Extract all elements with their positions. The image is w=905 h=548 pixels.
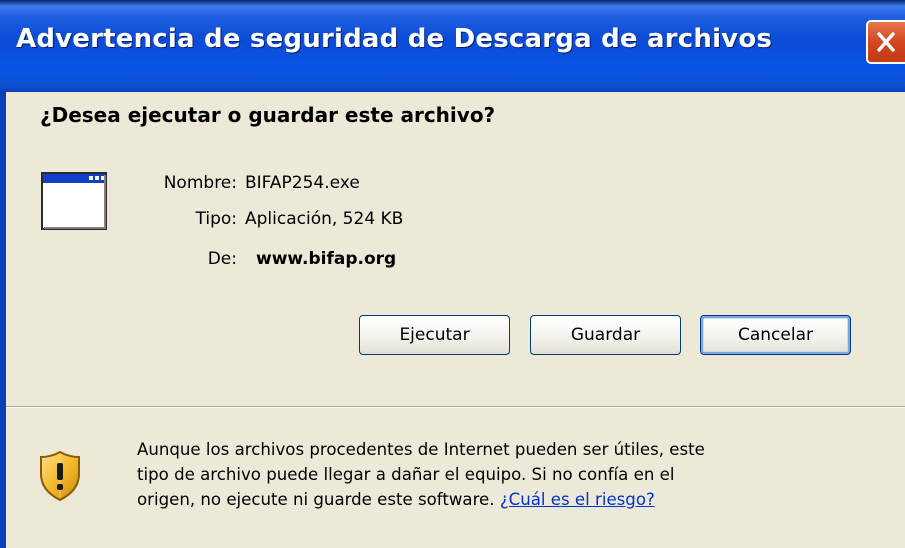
dialog-question: ¿Desea ejecutar o guardar este archivo? (40, 103, 496, 127)
file-type-label: Tipo: (195, 209, 237, 229)
warning-line-1: Aunque los archivos procedentes de Inter… (137, 440, 705, 459)
file-name-label: Nombre: (163, 173, 237, 193)
section-divider (6, 406, 905, 408)
download-security-warning-dialog: Advertencia de seguridad de Descarga de … (0, 0, 905, 548)
run-button[interactable]: Ejecutar (359, 315, 510, 355)
save-button[interactable]: Guardar (530, 315, 681, 355)
file-source-label: De: (207, 249, 237, 269)
window-title: Advertencia de seguridad de Descarga de … (16, 24, 773, 54)
window-left-border (0, 92, 6, 548)
warning-line-3: origen, no ejecute ni guarde este softwa… (137, 490, 500, 509)
cancel-button[interactable]: Cancelar (700, 315, 851, 355)
close-button[interactable] (866, 20, 905, 64)
security-warning-text: Aunque los archivos procedentes de Inter… (137, 437, 877, 512)
risk-info-link[interactable]: ¿Cuál es el riesgo? (500, 490, 655, 509)
warning-line-2: tipo de archivo puede llegar a dañar el … (137, 465, 675, 484)
application-window-icon (41, 172, 107, 230)
file-source-value: www.bifap.org (256, 249, 397, 269)
file-name-value: BIFAP254.exe (245, 173, 360, 193)
title-bar[interactable]: Advertencia de seguridad de Descarga de … (0, 0, 905, 92)
security-shield-icon (40, 450, 80, 502)
close-icon (877, 32, 895, 52)
file-type-value: Aplicación, 524 KB (245, 209, 404, 229)
